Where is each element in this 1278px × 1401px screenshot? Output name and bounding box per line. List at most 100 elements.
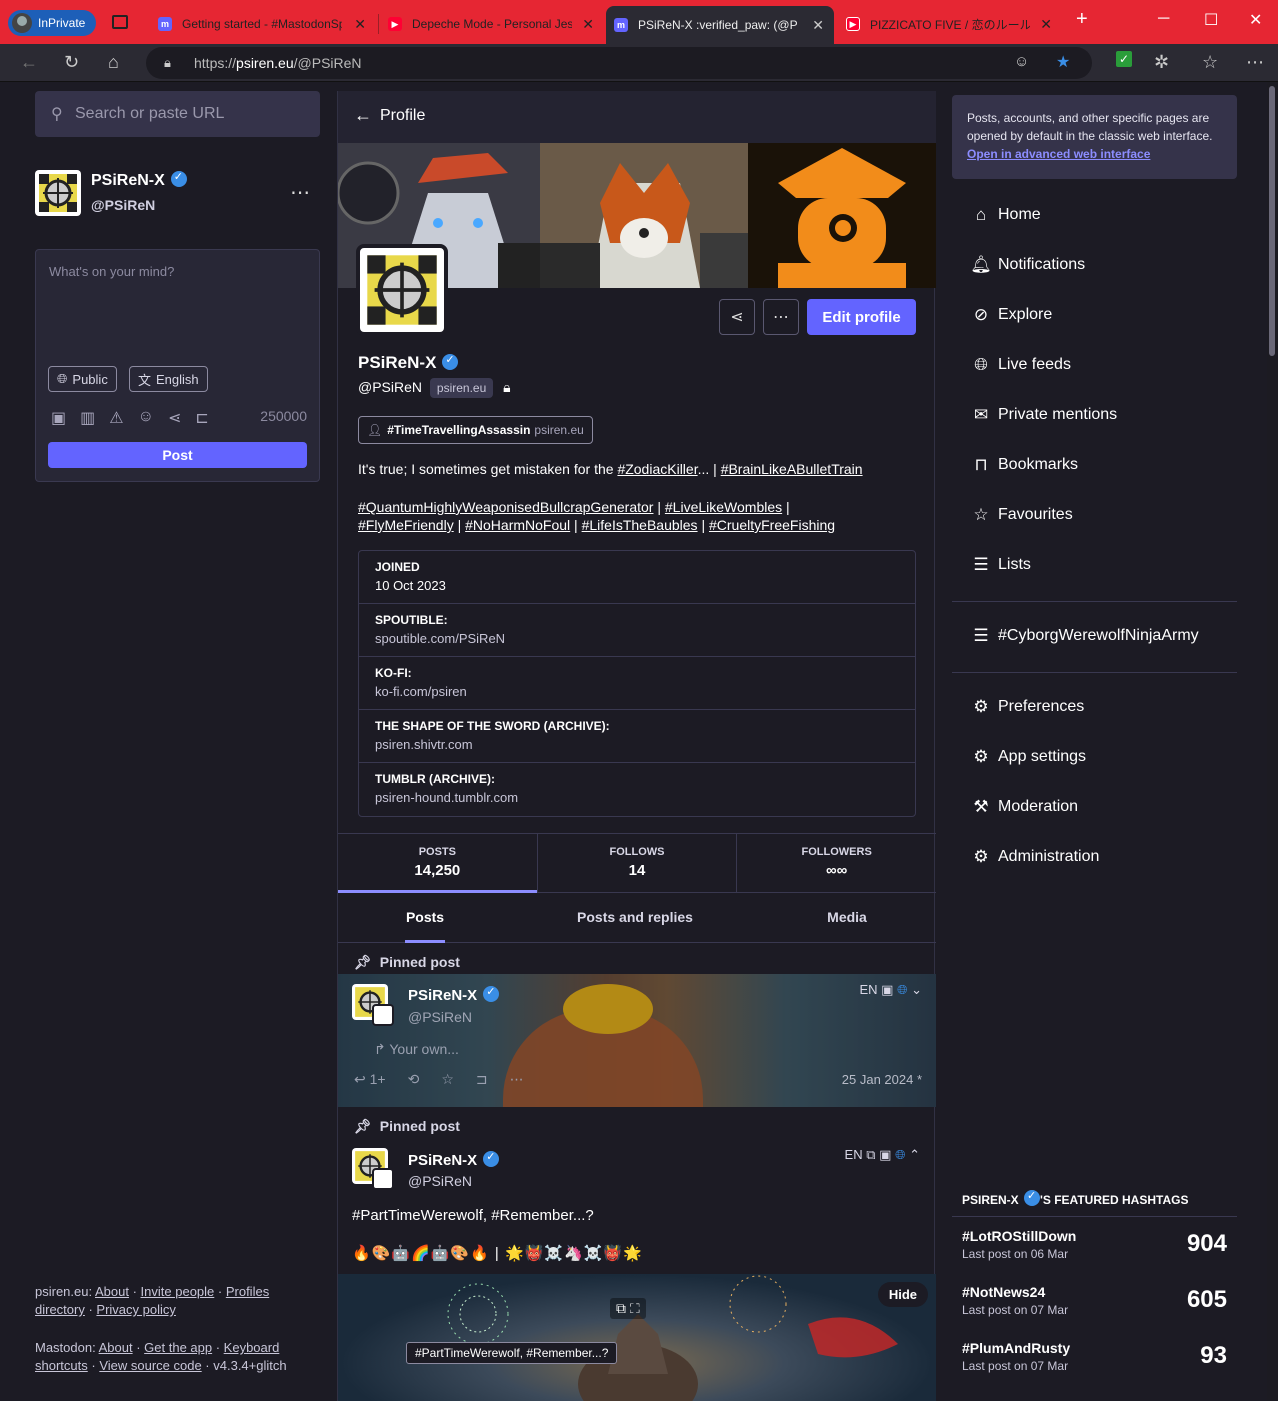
poll-icon[interactable]: ▥ (80, 408, 95, 428)
nav-moderation[interactable]: ⚒ Moderation (970, 797, 1078, 817)
edit-profile-button[interactable]: Edit profile (807, 299, 916, 335)
browser-tab-depeche-mode[interactable]: ▶ Depeche Mode - Personal Jesus ✕ (380, 8, 604, 40)
account-name[interactable]: PSiReN-X (91, 170, 187, 190)
share-profile-button[interactable]: ⋖ (719, 299, 755, 335)
footer-invite-link[interactable]: Invite people (141, 1284, 215, 1299)
scrollbar-thumb[interactable] (1269, 86, 1275, 356)
account-menu-icon[interactable]: ⋯ (290, 180, 310, 205)
browser-tab-psiren-profile[interactable]: m PSiReN-X :verified_paw: (@PSiReN ✕ (606, 6, 834, 44)
visibility-button[interactable]: 🌐︎ Public (48, 366, 117, 392)
hashtag-link[interactable]: #LifeIsTheBaubles (582, 517, 698, 533)
avatar[interactable] (35, 170, 81, 216)
advanced-interface-link[interactable]: Open in advanced web interface (967, 147, 1150, 161)
media-upload-icon[interactable]: ▣ (51, 408, 66, 428)
field-link[interactable]: psiren-hound.tumblr.com (375, 790, 899, 805)
footer-privacy-link[interactable]: Privacy policy (96, 1302, 175, 1317)
hashtag-link[interactable]: #QuantumHighlyWeaponisedBullcrapGenerato… (358, 499, 653, 515)
hashtag-link[interactable]: #FlyMeFriendly (358, 517, 454, 533)
field-link[interactable]: ko-fi.com/psiren (375, 684, 899, 699)
featured-hashtag[interactable]: #NotNews24 Last post on 07 Mar 605 (962, 1284, 1227, 1317)
profile-menu-button[interactable]: ⋯ (763, 299, 799, 335)
url-field[interactable]: 🔒︎ https://psiren.eu/@PSiReN ☺ ★ (146, 47, 1092, 79)
back-arrow-icon[interactable]: ← (20, 52, 38, 73)
nav-home[interactable]: ⌂ Home (970, 205, 1041, 225)
status-media[interactable]: ⧉ ⛶ Hide #PartTimeWerewolf, #Remember...… (338, 1274, 936, 1401)
post-button[interactable]: Post (48, 442, 307, 468)
nav-live-feeds[interactable]: 🌐︎ Live feeds (970, 355, 1071, 375)
tab-posts[interactable]: Posts (338, 893, 512, 942)
footer-source-link[interactable]: View source code (99, 1358, 201, 1373)
hashtag-link[interactable]: #LiveLikeWombles (665, 499, 782, 515)
language-button[interactable]: 文 English (129, 366, 208, 392)
inprivate-badge[interactable]: InPrivate (8, 10, 96, 36)
collapse-chevron-icon[interactable]: ⌃ (909, 1147, 920, 1162)
featured-tag-chip[interactable]: 👤︎ #TimeTravellingAssassin psiren.eu (358, 416, 593, 444)
footer-about-link[interactable]: About (95, 1284, 129, 1299)
compose-textarea[interactable]: What's on your mind? (49, 264, 174, 279)
nav-explore[interactable]: ⊘ Explore (970, 305, 1052, 325)
tab-posts-and-replies[interactable]: Posts and replies (512, 893, 758, 942)
home-icon[interactable]: ⌂ (108, 52, 119, 73)
reader-icon[interactable]: ☺ (1014, 53, 1029, 70)
extension-check-icon[interactable]: ✓ (1116, 51, 1132, 67)
nav-private-mentions[interactable]: ✉ Private mentions (970, 405, 1117, 425)
status-collapsed[interactable]: PSiReN-X @PSiReN EN ▣ 🌐︎ ⌄ ↱ Your own...… (338, 974, 936, 1107)
close-tab-icon[interactable]: ✕ (582, 16, 594, 33)
hide-media-button[interactable]: Hide (877, 1282, 928, 1307)
favourite-icon[interactable]: ☆ (441, 1071, 454, 1088)
bookmark-icon[interactable]: ⊐ (476, 1071, 488, 1088)
quote-icon[interactable]: ⊏ (195, 408, 208, 428)
hashtag-link[interactable]: #ZodiacKiller (617, 461, 697, 477)
search-input[interactable]: ⚲ Search or paste URL (35, 91, 320, 137)
profile-avatar[interactable] (356, 244, 448, 336)
nav-favourites[interactable]: ☆ Favourites (970, 505, 1072, 525)
stat-posts[interactable]: POSTS 14,250 (338, 834, 538, 892)
close-tab-icon[interactable]: ✕ (812, 17, 824, 34)
close-tab-icon[interactable]: ✕ (1040, 16, 1052, 33)
field-link[interactable]: psiren.shivtr.com (375, 737, 899, 752)
featured-hashtag[interactable]: #LotROStillDown Last post on 06 Mar 904 (962, 1228, 1227, 1261)
back-arrow-icon[interactable]: ← (354, 105, 372, 126)
pip-icon[interactable]: ⧉ (616, 1300, 626, 1316)
tab-actions-icon[interactable] (112, 15, 128, 29)
hashtag-link[interactable]: #CrueltyFreeFishing (709, 517, 835, 533)
nav-lists[interactable]: ☰ Lists (970, 555, 1031, 575)
close-window-icon[interactable]: ✕ (1249, 10, 1262, 30)
nav-app-settings[interactable]: ⚙ App settings (970, 747, 1086, 767)
nav-list-cyborg[interactable]: ☰ #CyborgWerewolfNinjaArmy (970, 626, 1198, 646)
featured-hashtag[interactable]: #PlumAndRusty Last post on 07 Mar 93 (962, 1340, 1227, 1373)
nav-bookmarks[interactable]: ⊓ Bookmarks (970, 455, 1078, 475)
status-author[interactable]: PSiReN-X (408, 1150, 500, 1169)
reload-icon[interactable]: ↻ (64, 52, 79, 73)
hashtag-link[interactable]: #BrainLikeABulletTrain (721, 461, 863, 477)
hashtag-link[interactable]: #NoHarmNoFoul (465, 517, 570, 533)
reply-icon[interactable]: ↩ 1+ (354, 1071, 386, 1088)
boost-icon[interactable]: ⟲ (408, 1071, 420, 1088)
stat-follows[interactable]: FOLLOWS 14 (538, 834, 738, 892)
footer-mastodon-about-link[interactable]: About (99, 1340, 133, 1355)
more-menu-icon[interactable]: ⋯ (1246, 52, 1264, 73)
browser-tab-pizzicato-five[interactable]: ▶ PIZZICATO FIVE / 恋のルール·新… ✕ (838, 8, 1062, 40)
new-tab-button[interactable]: + (1076, 8, 1088, 31)
favorite-star-icon[interactable]: ★ (1056, 52, 1070, 72)
more-icon[interactable]: ⋯ (510, 1071, 524, 1088)
maximize-icon[interactable]: ☐ (1204, 10, 1218, 30)
favorites-icon[interactable]: ☆ (1202, 52, 1218, 73)
extensions-icon[interactable]: ✲ (1154, 52, 1169, 73)
status-timestamp[interactable]: 25 Jan 2024 * (842, 1072, 922, 1087)
tab-media[interactable]: Media (758, 893, 936, 942)
nav-notifications[interactable]: 🔔︎ Notifications (970, 255, 1085, 275)
expand-chevron-icon[interactable]: ⌄ (911, 982, 922, 997)
content-warning-icon[interactable]: ⚠ (109, 408, 123, 428)
nav-administration[interactable]: ⚙ Administration (970, 847, 1099, 867)
close-tab-icon[interactable]: ✕ (354, 16, 366, 33)
nav-preferences[interactable]: ⚙ Preferences (970, 697, 1084, 717)
fullscreen-icon[interactable]: ⛶ (630, 1300, 640, 1316)
share-icon[interactable]: ⋖ (168, 408, 181, 428)
footer-get-app-link[interactable]: Get the app (144, 1340, 212, 1355)
browser-tab-getting-started[interactable]: m Getting started - #MastodonSp… ✕ (150, 8, 376, 40)
emoji-icon[interactable]: ☺ (138, 408, 154, 428)
field-link[interactable]: spoutible.com/PSiReN (375, 631, 899, 646)
minimize-icon[interactable]: ─ (1158, 10, 1169, 28)
stat-followers[interactable]: FOLLOWERS ∞∞ (737, 834, 936, 892)
